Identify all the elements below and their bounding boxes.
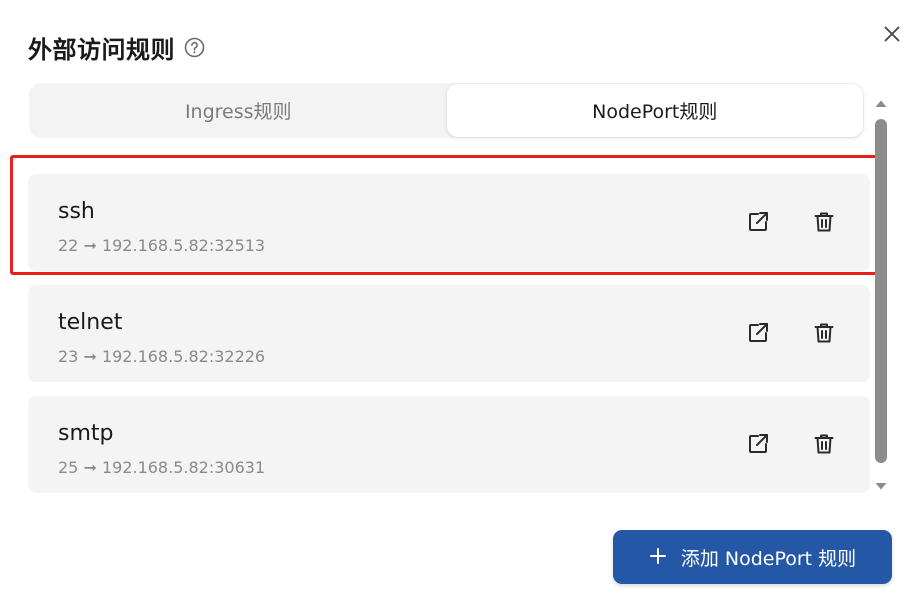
scroll-down-arrow-icon[interactable] [873,479,889,495]
scrollbar[interactable] [873,95,889,497]
add-nodeport-rule-button[interactable]: 添加 NodePort 规则 [613,530,892,584]
rule-port-mapping: 23 ➞ 192.168.5.82:32226 [58,347,266,366]
tab-ingress-rules[interactable]: Ingress规则 [30,84,447,137]
trash-icon[interactable] [812,432,836,456]
external-link-icon[interactable] [746,210,770,234]
external-access-rules-dialog: 外部访问规则 Ingress规则 NodePort规则 ssh 22 ➞ 192… [0,0,924,609]
help-circle-icon[interactable] [184,37,205,58]
nodeport-rule-list: ssh 22 ➞ 192.168.5.82:32513 telnet 23 ➞ … [28,160,871,496]
title-row: 外部访问规则 [28,30,205,65]
trash-icon[interactable] [812,321,836,345]
trash-icon[interactable] [812,210,836,234]
tab-nodeport-rules[interactable]: NodePort规则 [446,84,863,137]
list-item: smtp 25 ➞ 192.168.5.82:30631 [28,396,870,493]
scroll-up-arrow-icon[interactable] [873,95,889,111]
list-item: telnet 23 ➞ 192.168.5.82:32226 [28,285,870,382]
scrollbar-thumb[interactable] [875,119,887,463]
rule-port-mapping: 22 ➞ 192.168.5.82:32513 [58,236,266,255]
add-button-label: 添加 NodePort 规则 [680,547,857,570]
list-item: ssh 22 ➞ 192.168.5.82:32513 [28,174,870,271]
external-link-icon[interactable] [746,432,770,456]
close-icon[interactable] [880,22,904,46]
rule-name: telnet [58,310,123,335]
plus-icon [649,544,667,570]
rule-type-tabs: Ingress规则 NodePort规则 [29,83,864,138]
external-link-icon[interactable] [746,321,770,345]
rule-port-mapping: 25 ➞ 192.168.5.82:30631 [58,458,266,477]
rule-name: ssh [58,199,95,224]
dialog-title: 外部访问规则 [28,36,175,64]
rule-name: smtp [58,421,114,446]
